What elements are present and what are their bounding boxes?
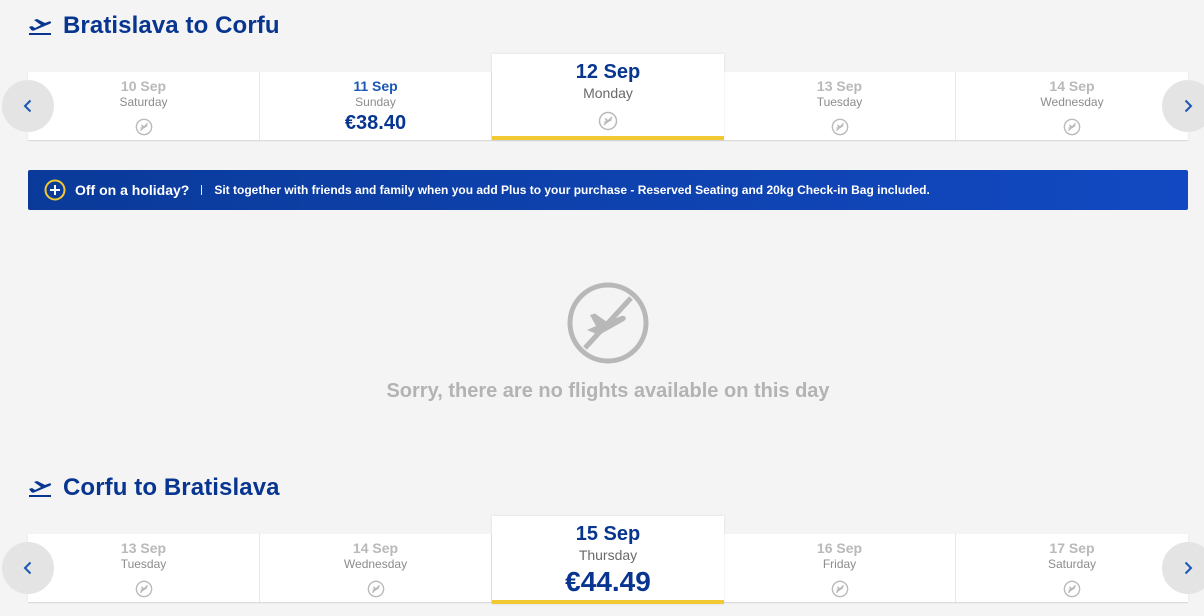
day-weekday: Saturday — [119, 95, 168, 109]
inbound-day-card[interactable]: 13 Sep Tuesday — [28, 534, 260, 602]
day-date: 16 Sep — [816, 540, 863, 556]
selected-day-weekday: Thursday — [578, 547, 638, 563]
no-flight-large-icon — [567, 282, 649, 364]
day-weekday: Sunday — [355, 95, 396, 109]
day-date: 13 Sep — [120, 540, 167, 556]
no-flight-icon — [831, 118, 848, 136]
banner-divider — [201, 185, 203, 195]
inbound-date-carousel: 13 Sep Tuesday 14 Sep Wednesday 16 Sep F… — [28, 516, 1188, 604]
no-flight-icon — [135, 580, 152, 598]
plus-promo-banner[interactable]: Off on a holiday? Sit together with frie… — [28, 170, 1188, 210]
selected-day-weekday: Monday — [583, 85, 633, 101]
inbound-day-card[interactable]: 14 Sep Wednesday — [260, 534, 492, 602]
banner-message: Sit together with friends and family whe… — [214, 183, 930, 197]
day-weekday: Tuesday — [816, 95, 863, 109]
no-flight-icon — [1063, 580, 1081, 598]
inbound-selected-day-card[interactable]: 15 Sep Thursday €44.49 — [492, 516, 724, 604]
selected-indicator — [492, 600, 724, 604]
outbound-day-card[interactable]: 10 Sep Saturday — [28, 72, 260, 140]
no-flight-icon — [831, 580, 848, 598]
plane-takeoff-icon — [29, 481, 52, 497]
outbound-day-card[interactable]: 14 Sep Wednesday — [956, 72, 1188, 140]
no-flights-message: Sorry, there are no flights available on… — [386, 380, 830, 402]
day-weekday: Wednesday — [1040, 95, 1104, 109]
no-flight-icon — [135, 118, 152, 136]
plus-circle-icon — [44, 179, 66, 201]
no-flight-icon — [367, 580, 384, 598]
selected-day-date: 15 Sep — [575, 523, 641, 545]
no-flight-icon — [598, 111, 618, 131]
day-date: 10 Sep — [120, 78, 167, 94]
day-date: 13 Sep — [816, 78, 863, 94]
day-date: 14 Sep — [1049, 78, 1095, 94]
no-flight-icon — [1063, 118, 1081, 136]
plane-takeoff-icon — [29, 19, 52, 35]
day-weekday: Saturday — [1047, 557, 1097, 571]
chevron-left-icon — [23, 561, 32, 575]
day-date: 14 Sep — [352, 540, 399, 556]
outbound-title-text: Bratislava to Corfu — [63, 12, 280, 39]
inbound-title: Corfu to Bratislava — [28, 472, 280, 504]
outbound-day-card[interactable]: 11 Sep Sunday €38.40 — [260, 72, 492, 140]
inbound-prev-button[interactable] — [2, 542, 54, 594]
chevron-left-icon — [23, 99, 32, 113]
selected-day-price: €44.49 — [565, 566, 651, 597]
day-weekday: Wednesday — [343, 557, 408, 571]
chevron-right-icon — [1184, 561, 1193, 575]
outbound-prev-button[interactable] — [2, 80, 54, 132]
outbound-selected-day-card[interactable]: 12 Sep Monday — [492, 54, 724, 140]
inbound-day-card[interactable]: 17 Sep Saturday — [956, 534, 1188, 602]
banner-headline: Off on a holiday? — [75, 182, 190, 198]
no-flights-empty-state: Sorry, there are no flights available on… — [0, 280, 1204, 403]
day-date: 17 Sep — [1049, 540, 1095, 556]
day-weekday: Tuesday — [120, 557, 167, 571]
day-weekday: Friday — [822, 557, 857, 571]
selected-day-date: 12 Sep — [575, 61, 641, 83]
outbound-day-card[interactable]: 13 Sep Tuesday — [724, 72, 956, 140]
selected-indicator — [492, 136, 724, 140]
day-date: 11 Sep — [353, 78, 398, 94]
chevron-right-icon — [1184, 99, 1193, 113]
inbound-day-card[interactable]: 16 Sep Friday — [724, 534, 956, 602]
day-price: €38.40 — [344, 112, 407, 134]
outbound-date-carousel: 10 Sep Saturday 11 Sep Sunday €38.40 13 … — [28, 54, 1188, 140]
outbound-title: Bratislava to Corfu — [28, 10, 280, 42]
inbound-title-text: Corfu to Bratislava — [63, 474, 280, 501]
